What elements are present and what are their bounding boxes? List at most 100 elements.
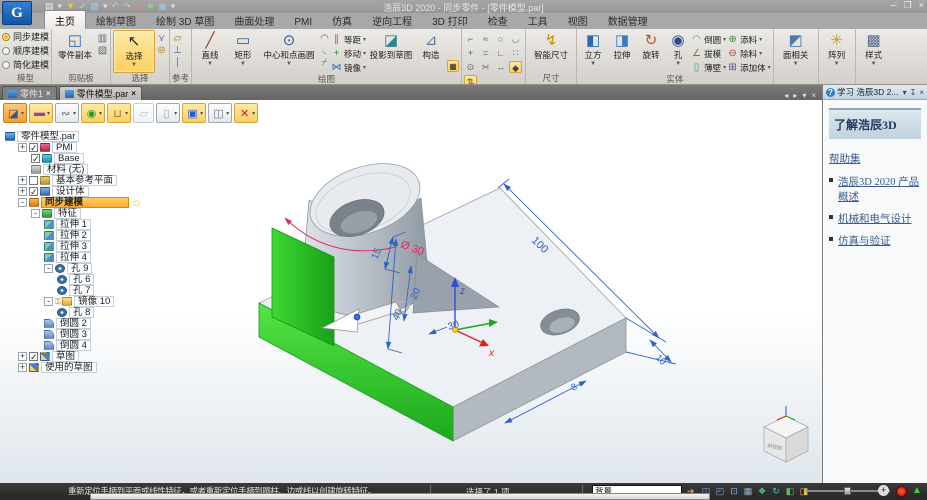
document-tab[interactable]: 零件模型.par× [59,86,142,100]
horizontal-relate-icon[interactable]: ⌐ [464,33,477,45]
trim-icon[interactable]: ⌿ [319,57,330,68]
document-tab-close-icon[interactable]: × [131,89,136,98]
tree-item-label[interactable]: 孔 6 [69,274,94,285]
steering-wheel-origin-knob[interactable] [354,314,360,320]
part-copy-button[interactable]: ◱ 零件副本 [54,30,96,73]
hole-button[interactable]: ◉孔▼ [666,30,690,74]
tree-checkbox[interactable]: ✓ [31,154,40,163]
help-set-link[interactable]: 帮助集 [829,154,861,165]
minimize-button[interactable]: ─ [890,0,896,11]
concentric-relate-icon[interactable]: ○ [494,33,507,45]
construction-display-button[interactable]: ⊔▾ [107,103,131,123]
panel-close-icon[interactable]: × [919,88,924,97]
relationships-button[interactable]: ∾▾ [55,103,79,123]
tree-checkbox[interactable]: ✓ [29,352,38,361]
pattern-button[interactable]: ✳阵列▼ [821,30,853,73]
ribbon-tab-逆向工程[interactable]: 逆向工程 [362,11,422,29]
tree-expander[interactable]: + [18,143,27,152]
ref-axis-icon[interactable]: ⊥ [172,45,183,56]
find-icon[interactable]: ▥ [97,33,108,44]
pan-icon[interactable]: ❖ [756,485,768,497]
add-body-button[interactable]: ⊞添加体▾ [727,61,771,74]
sheet-setup-icon[interactable]: ▦ [742,485,754,497]
maximize-button[interactable]: ❐ [904,0,912,11]
box-button[interactable]: ◧立方▼ [579,30,607,74]
tree-item-label[interactable]: 孔 9 [67,263,92,274]
arc-icon[interactable]: ◠ [319,33,330,44]
fillet-icon[interactable]: ◟ [319,45,330,56]
tree-item[interactable]: 拉伸 1 [3,219,173,230]
equal-relate-icon[interactable]: = [479,47,492,59]
tree-item[interactable]: -同步建模◄ [3,197,173,208]
tree-item-label[interactable]: 同步建模 [41,197,129,208]
thin-wall-button[interactable]: ▯薄壁▾ [691,61,726,74]
tree-item[interactable]: 倒圆 2 [3,318,173,329]
tree-item[interactable]: +✓设计体 [3,186,173,197]
style-button[interactable]: ▩样式▼ [858,30,890,73]
grid-toggle[interactable]: ▦ [447,60,459,72]
remove-material-button[interactable]: ⊖除料▾ [727,47,771,60]
maintain-relationships-toggle[interactable]: ◆ [509,61,522,73]
ref-coordinate-icon[interactable]: ∣ [172,57,183,68]
tree-item[interactable]: +✓ 草图 [3,351,173,362]
add-material-button[interactable]: ⊕添料▾ [727,33,771,46]
tree-item-label[interactable]: 设计体 [52,186,89,197]
tree-item-label[interactable]: 基本参考平面 [52,175,117,186]
tree-expander[interactable]: - [18,198,27,207]
tree-item-label[interactable]: 使用的草图 [41,362,97,373]
record-icon[interactable] [896,486,907,497]
rotate-view-icon[interactable]: ↻ [770,485,782,497]
project-to-sketch-button[interactable]: ◪投影到草图 [367,30,415,74]
document-tab-close-icon[interactable]: × [46,89,51,98]
move-button[interactable]: +移动▾ [331,47,366,60]
mirror-button[interactable]: ⋈镜像▾ [331,61,366,74]
coincident-relate-icon[interactable]: ⊙ [464,61,477,73]
draft-button[interactable]: ∠拔模 [691,47,726,60]
tree-expander[interactable]: + [18,363,27,372]
tree-expander[interactable]: + [18,352,27,361]
tree-item[interactable]: 拉伸 2 [3,230,173,241]
ribbon-tab-曲面处理[interactable]: 曲面处理 [224,11,284,29]
extrude-button[interactable]: ◨拉伸 [608,30,636,74]
radio-ordered-modeling[interactable]: 顺序建模 [2,44,49,57]
help-topic-link[interactable]: 浩辰3D 2020 产品概述 [838,174,921,204]
symmetric-relate-icon[interactable]: ∺ [479,61,492,73]
ribbon-tab-数据管理[interactable]: 数据管理 [598,11,658,29]
blank-display-button[interactable]: ▯▾ [156,103,180,123]
tree-item-label[interactable]: Base [54,153,84,164]
tree-item-label[interactable]: 材料 (无) [43,164,88,175]
line-button[interactable]: ╱直线▼ [194,30,226,74]
help-topic-link[interactable]: 机械和电气设计 [838,211,912,226]
revolve-button[interactable]: ↻旋转 [637,30,665,74]
tree-item-label[interactable]: 草图 [52,351,79,362]
select-options-icon[interactable]: ⊜ [156,45,167,56]
rigid-set-relate-icon[interactable]: ∷ [509,47,522,59]
paste-icon[interactable]: ▧ [97,45,108,56]
tree-item[interactable]: - 特征 [3,208,173,219]
tree-item-label[interactable]: 拉伸 4 [56,252,91,263]
relationship-handles-toggle[interactable]: ⇅ [464,75,477,85]
tree-item[interactable]: 倒圆 4 [3,340,173,351]
ribbon-tab-仿真[interactable]: 仿真 [322,11,362,29]
tree-item-label[interactable]: 特征 [54,208,81,219]
radio-simplified-modeling[interactable]: 简化建模 [2,58,49,71]
tree-checkbox[interactable]: ✓ [29,143,38,152]
perpendicular-relate-icon[interactable]: ∟ [494,47,507,59]
tree-expander[interactable]: - [31,209,40,218]
tree-checkbox[interactable]: ✓ [29,187,38,196]
tree-item-label[interactable]: 拉伸 1 [56,219,91,230]
center-point-circle-button[interactable]: ⊙中心和点画圆▼ [260,30,318,74]
select-filter-icon[interactable]: ⋎ [156,33,167,44]
sketch-display-button[interactable]: ◉▾ [81,103,105,123]
close-button[interactable]: × [919,0,924,11]
rectangle-button[interactable]: ▭矩形▼ [227,30,259,74]
tree-expander[interactable]: + [18,176,27,185]
construction-button[interactable]: ⊿构造 [416,30,446,74]
document-tab[interactable]: 零件1× [2,86,57,100]
tree-item-label[interactable]: 孔 8 [69,307,94,318]
ribbon-tab-检查[interactable]: 检查 [478,11,518,29]
tree-item[interactable]: + 基本参考平面 [3,175,173,186]
tree-item-label[interactable]: PMI [52,142,77,153]
tree-item-label[interactable]: 拉伸 2 [56,230,91,241]
tree-expander[interactable]: - [44,264,53,273]
